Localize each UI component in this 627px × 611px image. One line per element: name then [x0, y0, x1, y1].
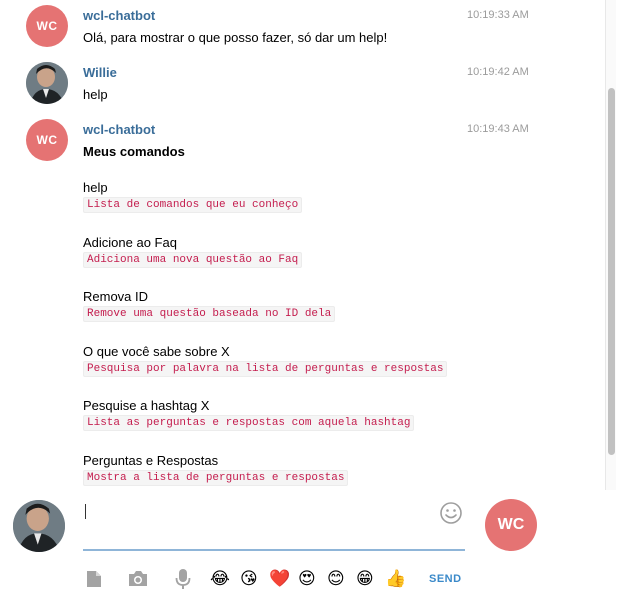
command-name: Remova ID: [83, 289, 149, 304]
message-text: help: [83, 87, 108, 102]
emoji-joy-icon[interactable]: 😂: [210, 569, 230, 589]
message-username[interactable]: wcl-chatbot: [83, 8, 155, 23]
scrollbar-thumb[interactable]: [608, 88, 615, 455]
emoji-kiss-icon[interactable]: 😘: [240, 569, 258, 589]
command-description: Lista as perguntas e respostas com aquel…: [83, 415, 415, 431]
send-button[interactable]: SEND: [429, 573, 462, 585]
emoji-grin-icon[interactable]: 😁: [356, 569, 374, 589]
composer-toolbar: 😂 😘 ❤️ 😍 😊 😁 👍 SEND: [83, 568, 483, 592]
command-name: O que você sabe sobre X: [83, 344, 230, 359]
command-description: Lista de comandos que eu conheço: [83, 197, 303, 213]
chat-scrollbar[interactable]: [605, 0, 616, 490]
command-description: Adiciona uma nova questão ao Faq: [83, 252, 303, 268]
message-username[interactable]: Willie: [83, 65, 117, 80]
command-description: Pesquisa por palavra na lista de pergunt…: [83, 361, 448, 377]
bot-avatar-large[interactable]: WC: [485, 499, 537, 551]
smiley-icon[interactable]: [439, 501, 463, 525]
message-input[interactable]: [83, 496, 465, 551]
message-timestamp: 10:19:33 AM: [467, 9, 529, 21]
message-timestamp: 10:19:43 AM: [467, 123, 529, 135]
command-description: Remove uma questão baseada no ID dela: [83, 306, 336, 322]
user-avatar[interactable]: [26, 62, 68, 104]
message-timestamp: 10:19:42 AM: [467, 66, 529, 78]
message-text: Olá, para mostrar o que posso fazer, só …: [83, 30, 388, 45]
emoji-smile-icon[interactable]: 😊: [327, 569, 345, 589]
bot-avatar[interactable]: WC: [26, 119, 68, 161]
message-list: WC wcl-chatbot 10:19:33 AM Olá, para mos…: [0, 0, 617, 490]
camera-icon[interactable]: [127, 568, 149, 590]
command-name: Perguntas e Respostas: [83, 453, 219, 468]
emoji-heart-eyes-icon[interactable]: 😍: [298, 569, 316, 589]
commands-heading: Meus comandos: [83, 144, 185, 159]
microphone-icon[interactable]: [172, 568, 194, 590]
text-caret: [85, 504, 86, 519]
bot-avatar[interactable]: WC: [26, 5, 68, 47]
command-description: Mostra a lista de perguntas e respostas: [83, 470, 349, 486]
command-name: help: [83, 180, 108, 195]
command-name: Adicione ao Faq: [83, 235, 177, 250]
command-name: Pesquise a hashtag X: [83, 398, 210, 413]
message-username[interactable]: wcl-chatbot: [83, 122, 155, 137]
current-user-avatar: [13, 500, 65, 552]
emoji-thumbs-up-icon[interactable]: 👍: [385, 569, 406, 589]
file-icon[interactable]: [83, 568, 105, 590]
emoji-heart-icon[interactable]: ❤️: [269, 569, 290, 589]
